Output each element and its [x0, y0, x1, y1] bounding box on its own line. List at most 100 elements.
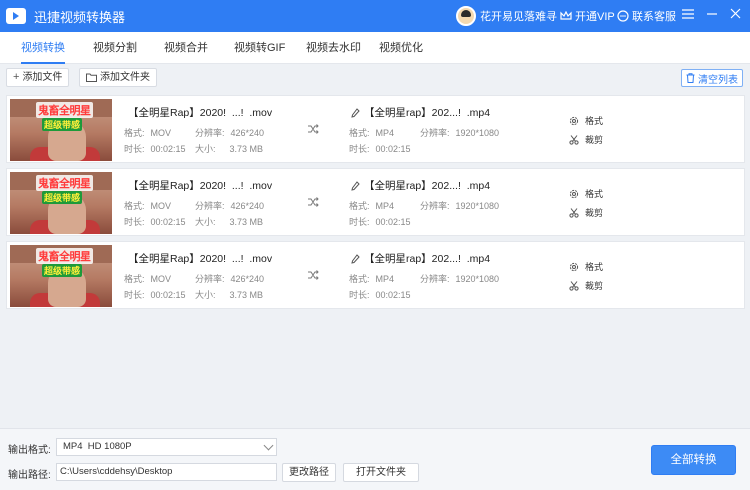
duration-value: 00:02:15 — [375, 290, 411, 300]
minimize-button[interactable] — [704, 6, 720, 24]
vip-button[interactable]: 开通VIP — [560, 8, 615, 24]
source-file-name: 【全明星Rap】2020! ...! .mov — [128, 180, 273, 192]
user-profile[interactable]: 花开易见落难寻 — [456, 6, 557, 26]
format-settings-label: 格式 — [585, 116, 604, 126]
size-value: 3.73 MB — [229, 290, 264, 300]
format-settings-label: 格式 — [585, 262, 604, 272]
source-format: 格式: MOV — [124, 272, 171, 285]
cut-label: 裁剪 — [585, 281, 604, 291]
cut-label: 裁剪 — [585, 208, 604, 218]
output-format-label: 输出格式: — [8, 445, 51, 456]
close-icon — [730, 8, 740, 19]
cut-button[interactable]: 裁剪 — [569, 133, 603, 146]
output-duration: 时长: 00:02:15 — [349, 288, 411, 301]
duration-value: 00:02:15 — [150, 217, 186, 227]
tab-video-optimize[interactable]: 视频优化 — [379, 32, 423, 64]
cut-label: 裁剪 — [585, 135, 604, 145]
thumbnail-caption-line1: 鬼畜全明星 — [36, 248, 93, 264]
cut-button[interactable]: 裁剪 — [569, 206, 603, 219]
duration-label: 时长: — [124, 144, 145, 154]
pencil-icon[interactable] — [351, 253, 360, 264]
format-settings-button[interactable]: 格式 — [569, 260, 603, 273]
tab-video-split[interactable]: 视频分割 — [93, 32, 137, 64]
format-value: MP4 — [375, 274, 395, 284]
output-duration: 时长: 00:02:15 — [349, 215, 411, 228]
tab-remove-watermark[interactable]: 视频去水印 — [306, 32, 361, 64]
output-path-input[interactable]: C:\Users\cddehsy\Desktop — [56, 463, 277, 481]
format-value: MOV — [150, 274, 172, 284]
app-logo-icon — [6, 8, 26, 24]
duration-label: 时长: — [349, 144, 370, 154]
cut-button[interactable]: 裁剪 — [569, 279, 603, 292]
crown-icon — [560, 11, 572, 20]
app-title: 迅捷视频转换器 — [34, 9, 126, 25]
add-file-button[interactable]: + 添加文件 — [6, 68, 70, 87]
duration-value: 00:02:15 — [150, 144, 186, 154]
support-label: 联系客服 — [632, 11, 676, 23]
resolution-label: 分辨率: — [195, 274, 225, 284]
add-folder-label: 添加文件夹 — [100, 72, 150, 83]
open-folder-button[interactable]: 打开文件夹 — [343, 463, 419, 482]
avatar[interactable] — [456, 6, 476, 26]
pencil-icon[interactable] — [351, 107, 360, 118]
source-duration: 时长: 00:02:15 — [124, 142, 186, 155]
output-file-name-field[interactable]: 【全明星rap】202...! .mp4 — [351, 178, 491, 193]
thumbnail-caption-line1: 鬼畜全明星 — [36, 175, 93, 191]
size-label: 大小: — [195, 290, 216, 300]
chat-icon — [617, 10, 629, 22]
thumbnail-caption-line2: 超级带感 — [42, 191, 83, 204]
size-value: 3.73 MB — [229, 144, 264, 154]
resolution-value: 1920*1080 — [455, 128, 500, 138]
output-resolution: 分辨率: 1920*1080 — [420, 272, 499, 285]
file-row[interactable]: 鬼畜全明星 超级带感 【全明星Rap】2020! ...! .mov 格式: MO… — [6, 168, 745, 236]
clear-list-button[interactable]: 清空列表 — [681, 69, 743, 87]
toolbar: + 添加文件 添加文件夹 清空列表 — [0, 65, 750, 90]
video-thumbnail[interactable]: 鬼畜全明星 超级带感 — [10, 245, 112, 307]
support-button[interactable]: 联系客服 — [617, 8, 676, 24]
resolution-value: 1920*1080 — [455, 274, 500, 284]
tab-video-merge[interactable]: 视频合并 — [164, 32, 208, 64]
pencil-icon[interactable] — [351, 180, 360, 191]
source-format: 格式: MOV — [124, 126, 171, 139]
file-row[interactable]: 鬼畜全明星 超级带感 【全明星Rap】2020! ...! .mov 格式: MO… — [6, 95, 745, 163]
format-settings-button[interactable]: 格式 — [569, 187, 603, 200]
username[interactable]: 花开易见落难寻 — [480, 8, 557, 24]
output-format-select[interactable]: MP4 HD 1080P — [56, 438, 277, 456]
format-value: MOV — [150, 201, 172, 211]
output-file-name: 【全明星rap】202...! .mp4 — [364, 253, 491, 265]
plus-icon: + — [13, 71, 20, 83]
output-format: 格式: MP4 — [349, 199, 394, 212]
source-resolution: 分辨率: 426*240 — [195, 126, 264, 139]
output-settings-bar: 输出格式: MP4 HD 1080P 输出路径: C:\Users\cddehs… — [0, 428, 750, 490]
chevron-down-icon — [263, 440, 274, 451]
menu-button[interactable] — [680, 6, 696, 24]
convert-arrow-icon — [308, 270, 319, 280]
resolution-value: 426*240 — [230, 128, 265, 138]
output-file-name-field[interactable]: 【全明星rap】202...! .mp4 — [351, 251, 491, 266]
tab-video-to-gif[interactable]: 视频转GIF — [234, 32, 285, 64]
source-size: 大小: 3.73 MB — [195, 215, 263, 228]
add-folder-button[interactable]: 添加文件夹 — [79, 68, 157, 87]
output-file-name: 【全明星rap】202...! .mp4 — [364, 180, 491, 192]
duration-label: 时长: — [349, 290, 370, 300]
convert-all-button[interactable]: 全部转换 — [651, 445, 736, 475]
duration-label: 时长: — [349, 217, 370, 227]
output-file-name-field[interactable]: 【全明星rap】202...! .mp4 — [351, 105, 490, 120]
vip-label: 开通VIP — [575, 11, 615, 23]
file-row[interactable]: 鬼畜全明星 超级带感 【全明星Rap】2020! ...! .mov 格式: MO… — [6, 241, 745, 309]
size-value: 3.73 MB — [229, 217, 264, 227]
thumbnail-caption-line2: 超级带感 — [42, 264, 83, 277]
change-path-button[interactable]: 更改路径 — [282, 463, 336, 482]
video-thumbnail[interactable]: 鬼畜全明星 超级带感 — [10, 99, 112, 161]
format-settings-button[interactable]: 格式 — [569, 114, 603, 127]
format-label: 格式: — [349, 201, 370, 211]
format-value: MP4 — [375, 128, 395, 138]
format-label: 格式: — [124, 201, 145, 211]
close-button[interactable] — [727, 6, 743, 24]
format-label: 格式: — [124, 128, 145, 138]
duration-value: 00:02:15 — [375, 144, 411, 154]
video-thumbnail[interactable]: 鬼畜全明星 超级带感 — [10, 172, 112, 234]
tab-video-convert[interactable]: 视频转换 — [21, 32, 65, 64]
thumbnail-caption-line2: 超级带感 — [42, 118, 83, 131]
clear-list-label: 清空列表 — [698, 74, 738, 86]
